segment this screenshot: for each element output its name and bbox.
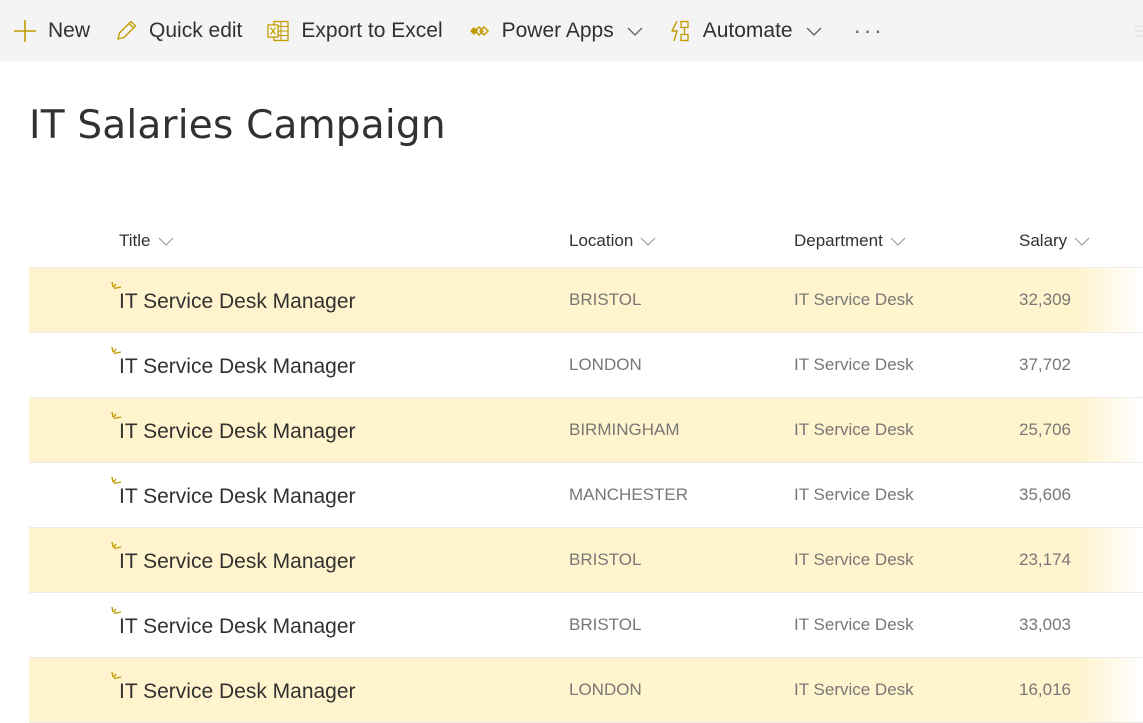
item-location: BRISTOL (569, 290, 642, 309)
ellipsis-icon: ··· (853, 17, 885, 43)
column-header-label: Salary (1019, 231, 1068, 250)
item-location: LONDON (569, 355, 642, 374)
overflow-hint-icon (1131, 18, 1143, 44)
automate-menu[interactable]: Automate (655, 0, 834, 61)
table-row[interactable]: IT Service Desk Manager BRISTOL IT Servi… (29, 528, 1143, 593)
power-apps-menu[interactable]: Power Apps (454, 0, 655, 61)
item-title-link[interactable]: IT Service Desk Manager (119, 333, 356, 397)
item-department: IT Service Desk (794, 290, 914, 309)
table-row[interactable]: IT Service Desk Manager BIRMINGHAM IT Se… (29, 398, 1143, 463)
item-location: BIRMINGHAM (569, 420, 680, 439)
quick-edit-button[interactable]: Quick edit (101, 0, 253, 61)
list-view: Title Location Department Salary IT Serv… (29, 215, 1143, 723)
item-title-link[interactable]: IT Service Desk Manager (119, 528, 356, 592)
item-title-link[interactable]: IT Service Desk Manager (119, 658, 356, 722)
item-salary: 35,606 (1019, 485, 1071, 504)
new-button[interactable]: New (0, 0, 101, 61)
table-row[interactable]: IT Service Desk Manager LONDON IT Servic… (29, 333, 1143, 398)
item-location: BRISTOL (569, 550, 642, 569)
column-header-salary[interactable]: Salary (1019, 215, 1091, 267)
chevron-down-icon (157, 232, 175, 250)
command-bar: New Quick edit Export to Excel Power App… (0, 0, 1143, 61)
table-row[interactable]: IT Service Desk Manager BRISTOL IT Servi… (29, 593, 1143, 658)
power-apps-icon (466, 18, 492, 44)
item-department: IT Service Desk (794, 550, 914, 569)
item-location: BRISTOL (569, 615, 642, 634)
page-title: IT Salaries Campaign (29, 103, 446, 148)
list-header: Title Location Department Salary (29, 215, 1143, 268)
chevron-down-icon (889, 232, 907, 250)
table-row[interactable]: IT Service Desk Manager LONDON IT Servic… (29, 658, 1143, 723)
column-header-location[interactable]: Location (569, 215, 657, 267)
quick-edit-label: Quick edit (149, 18, 243, 42)
item-salary: 23,174 (1019, 550, 1071, 569)
excel-icon (265, 18, 291, 44)
chevron-down-icon (805, 22, 823, 40)
column-header-label: Title (119, 231, 151, 250)
export-to-excel-label: Export to Excel (301, 18, 443, 42)
item-salary: 33,003 (1019, 615, 1071, 634)
column-header-title[interactable]: Title (119, 215, 175, 267)
chevron-down-icon (1073, 232, 1091, 250)
item-title-link[interactable]: IT Service Desk Manager (119, 398, 356, 462)
table-row[interactable]: IT Service Desk Manager BRISTOL IT Servi… (29, 268, 1143, 333)
plus-icon (12, 18, 38, 44)
item-salary: 25,706 (1019, 420, 1071, 439)
item-department: IT Service Desk (794, 355, 914, 374)
more-options-button[interactable]: ··· (834, 0, 905, 61)
item-department: IT Service Desk (794, 420, 914, 439)
chevron-down-icon (639, 232, 657, 250)
new-button-label: New (48, 18, 91, 42)
item-salary: 16,016 (1019, 680, 1071, 699)
item-title-link[interactable]: IT Service Desk Manager (119, 463, 356, 527)
item-title-link[interactable]: IT Service Desk Manager (119, 268, 356, 332)
column-header-label: Department (794, 231, 883, 250)
automate-label: Automate (702, 18, 793, 42)
column-header-label: Location (569, 231, 634, 250)
item-title-link[interactable]: IT Service Desk Manager (119, 593, 356, 657)
export-to-excel-button[interactable]: Export to Excel (253, 0, 453, 61)
item-salary: 32,309 (1019, 290, 1071, 309)
item-department: IT Service Desk (794, 485, 914, 504)
automate-icon (667, 18, 693, 44)
pencil-icon (113, 18, 139, 44)
item-location: LONDON (569, 680, 642, 699)
column-header-department[interactable]: Department (794, 215, 907, 267)
table-row[interactable]: IT Service Desk Manager MANCHESTER IT Se… (29, 463, 1143, 528)
chevron-down-icon (626, 22, 644, 40)
item-salary: 37,702 (1019, 355, 1071, 374)
item-department: IT Service Desk (794, 680, 914, 699)
item-department: IT Service Desk (794, 615, 914, 634)
power-apps-label: Power Apps (501, 18, 614, 42)
item-location: MANCHESTER (569, 485, 689, 504)
